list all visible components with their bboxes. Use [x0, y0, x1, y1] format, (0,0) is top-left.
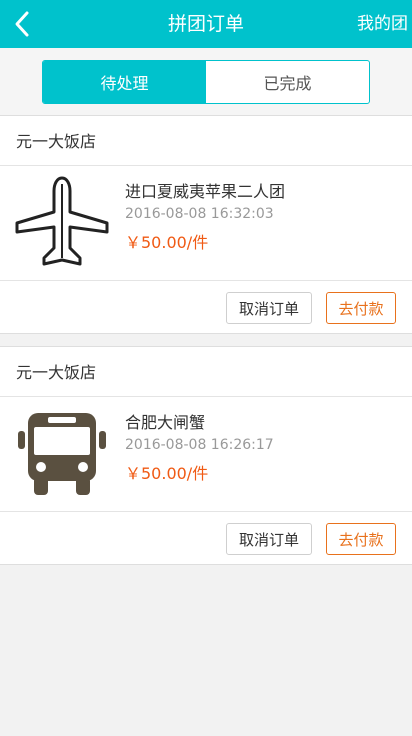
product-thumbnail[interactable]	[14, 405, 110, 501]
tab-completed[interactable]: 已完成	[206, 61, 369, 103]
my-groups-link[interactable]: 我的团	[357, 0, 408, 48]
product-name[interactable]: 进口夏威夷苹果二人团	[125, 178, 285, 202]
pay-button[interactable]: 去付款	[326, 292, 396, 324]
cancel-order-button[interactable]: 取消订单	[226, 292, 312, 324]
divider	[0, 165, 412, 166]
divider	[0, 396, 412, 397]
product-name[interactable]: 合肥大闸蟹	[125, 409, 205, 433]
pay-button[interactable]: 去付款	[326, 523, 396, 555]
shop-name[interactable]: 元一大饭店	[16, 347, 96, 396]
segmented-control: 待处理 已完成	[42, 60, 370, 104]
divider	[0, 511, 412, 512]
order-card: 元一大饭店 进口夏威夷苹果二人团 2016-08-08 16:32:03 ￥50…	[0, 115, 412, 334]
bus-icon	[18, 413, 106, 495]
shop-name[interactable]: 元一大饭店	[16, 116, 96, 165]
order-time: 2016-08-08 16:32:03	[125, 206, 274, 222]
order-card: 元一大饭店 合肥大闸蟹 2016-08-08 16:26:17 ￥50.00/件…	[0, 346, 412, 565]
tab-bar: 待处理 已完成	[0, 48, 412, 116]
product-thumbnail[interactable]	[14, 174, 110, 270]
product-price: ￥50.00/件	[125, 233, 209, 252]
tab-pending[interactable]: 待处理	[43, 61, 206, 103]
airplane-icon	[15, 176, 109, 266]
divider	[0, 280, 412, 281]
order-time: 2016-08-08 16:26:17	[125, 437, 274, 453]
cancel-order-button[interactable]: 取消订单	[226, 523, 312, 555]
product-price: ￥50.00/件	[125, 464, 209, 483]
app-header: 拼团订单 我的团	[0, 0, 412, 48]
page-title: 拼团订单	[167, 13, 244, 35]
